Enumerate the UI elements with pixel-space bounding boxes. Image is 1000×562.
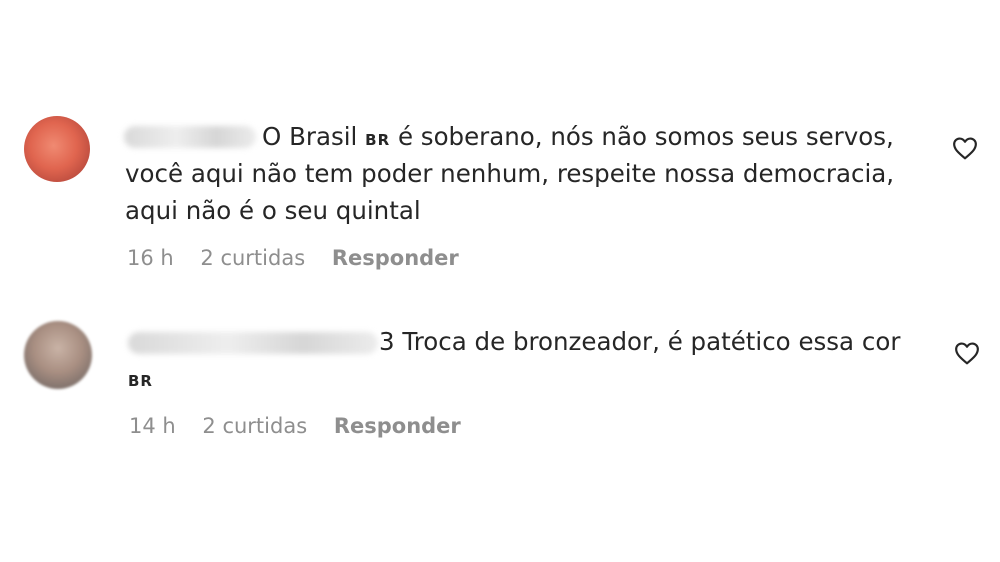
- comment-text-line-2: você aqui não tem poder nenhum, respeite…: [125, 159, 895, 188]
- flag-label: BR: [128, 372, 153, 390]
- comment-text-rest: é soberano, nós não somos seus servos,: [397, 122, 894, 151]
- comment-text-start: O Brasil: [262, 122, 358, 151]
- likes-count[interactable]: 2 curtidas: [200, 246, 305, 270]
- likes-count[interactable]: 2 curtidas: [202, 414, 307, 438]
- comment-text-line-1: O Brasil BR é soberano, nós não somos se…: [262, 120, 894, 157]
- flag-label: BR: [365, 131, 391, 149]
- comment-text-line-1: 3 Troca de bronzeador, é patético essa c…: [379, 327, 901, 356]
- username[interactable]: [128, 332, 378, 354]
- heart-icon[interactable]: [954, 341, 980, 365]
- reply-button[interactable]: Responder: [334, 414, 461, 438]
- comment-meta: 14 h 2 curtidas Responder: [129, 414, 481, 438]
- comment-meta: 16 h 2 curtidas Responder: [127, 246, 479, 270]
- reply-button[interactable]: Responder: [332, 246, 459, 270]
- comment-time: 14 h: [129, 414, 176, 438]
- comment-text-line-3: aqui não é o seu quintal: [125, 196, 421, 225]
- avatar[interactable]: [24, 321, 92, 389]
- avatar[interactable]: [24, 116, 90, 182]
- heart-icon[interactable]: [952, 136, 978, 160]
- username[interactable]: [124, 126, 256, 148]
- comment-time: 16 h: [127, 246, 174, 270]
